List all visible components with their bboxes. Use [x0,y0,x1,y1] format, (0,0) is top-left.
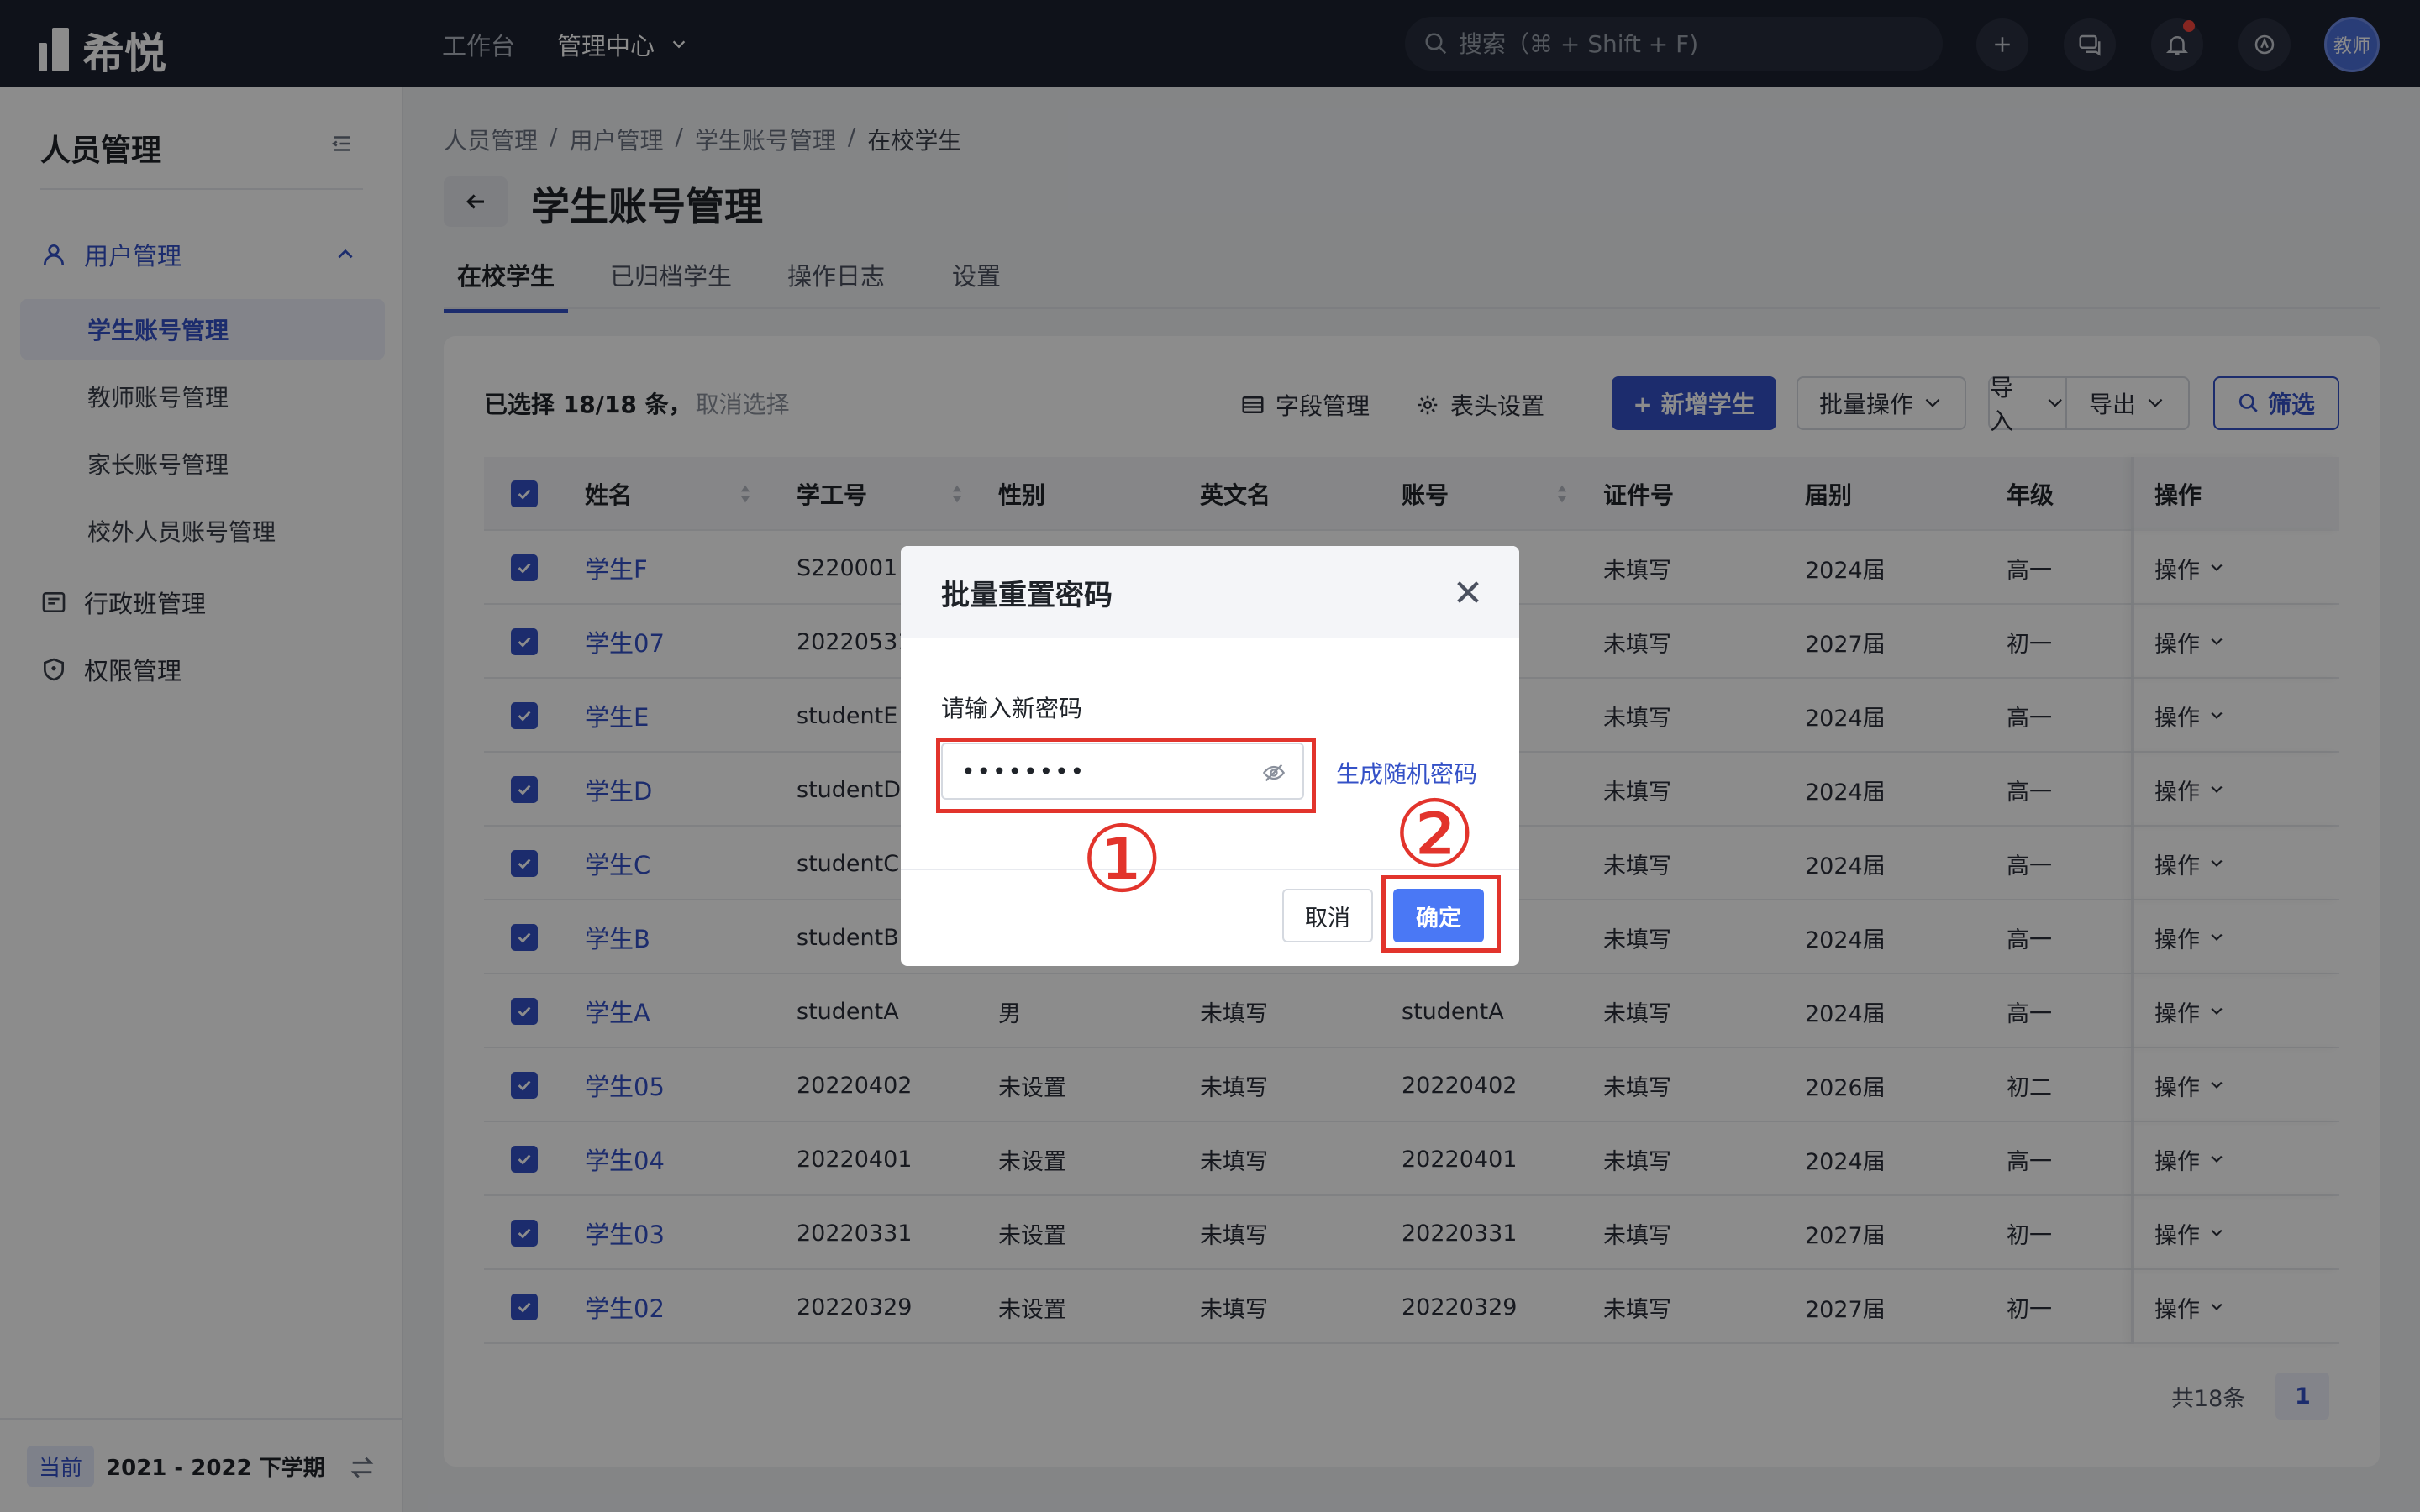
password-label: 请输入新密码 [941,695,1083,722]
dialog-header: 批量重置密码 [901,546,1519,638]
dialog-title: 批量重置密码 [941,578,1113,612]
cancel-button[interactable]: 取消 [1282,889,1373,942]
annotation-box-1 [936,738,1316,813]
annotation-step-1: ① [1081,806,1164,913]
annotation-step-2: ② [1393,780,1476,888]
close-icon[interactable] [1454,578,1482,606]
